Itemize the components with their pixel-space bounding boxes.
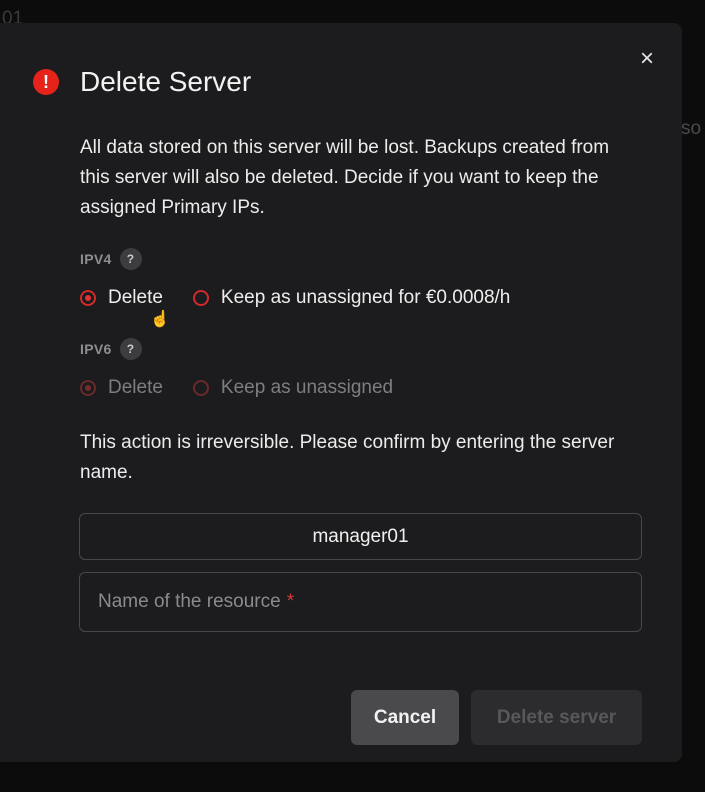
resource-name-input[interactable]: Name of the resource * <box>79 572 642 632</box>
radio-unchecked-icon <box>192 380 209 396</box>
help-icon[interactable]: ? <box>119 248 142 270</box>
radio-label: Delete <box>108 377 163 398</box>
required-mark: * <box>286 591 295 612</box>
dialog-description: All data stored on this server will be l… <box>80 137 610 218</box>
server-name-display: manager01 <box>79 513 642 560</box>
ipv6-label: IPV6 ? <box>80 338 142 360</box>
background-text: so <box>681 118 702 139</box>
ipv4-options: Delete Keep as unassigned for €0.0008/h <box>80 287 540 309</box>
radio-checked-icon <box>80 380 96 396</box>
dialog-header: ! Delete Server <box>33 66 251 98</box>
cancel-button[interactable]: Cancel <box>351 690 459 745</box>
ipv4-keep-radio[interactable]: Keep as unassigned for €0.0008/h <box>192 287 511 309</box>
hand-cursor-icon: ☝ <box>150 311 170 328</box>
radio-unchecked-icon <box>192 290 209 306</box>
radio-checked-icon <box>80 290 96 306</box>
ipv6-label-text: IPV6 <box>80 341 112 357</box>
radio-label: Delete <box>108 287 163 308</box>
alert-icon: ! <box>33 69 59 95</box>
radio-label: Keep as unassigned for €0.0008/h <box>220 287 511 308</box>
confirm-instructions: This action is irreversible. Please conf… <box>80 432 615 483</box>
ipv4-label: IPV4 ? <box>80 248 142 270</box>
help-icon[interactable]: ? <box>119 338 142 360</box>
delete-server-button[interactable]: Delete server <box>471 690 642 745</box>
dialog-title: Delete Server <box>80 66 252 97</box>
ipv4-label-text: IPV4 <box>80 251 112 267</box>
close-icon[interactable]: × <box>633 45 661 73</box>
ipv6-keep-radio: Keep as unassigned <box>192 377 394 399</box>
ipv6-delete-radio: Delete <box>80 377 163 399</box>
radio-label: Keep as unassigned <box>220 377 394 398</box>
ipv4-delete-radio[interactable]: Delete <box>80 287 163 309</box>
input-placeholder: Name of the resource <box>98 591 281 612</box>
ipv6-options: Delete Keep as unassigned <box>80 377 423 399</box>
